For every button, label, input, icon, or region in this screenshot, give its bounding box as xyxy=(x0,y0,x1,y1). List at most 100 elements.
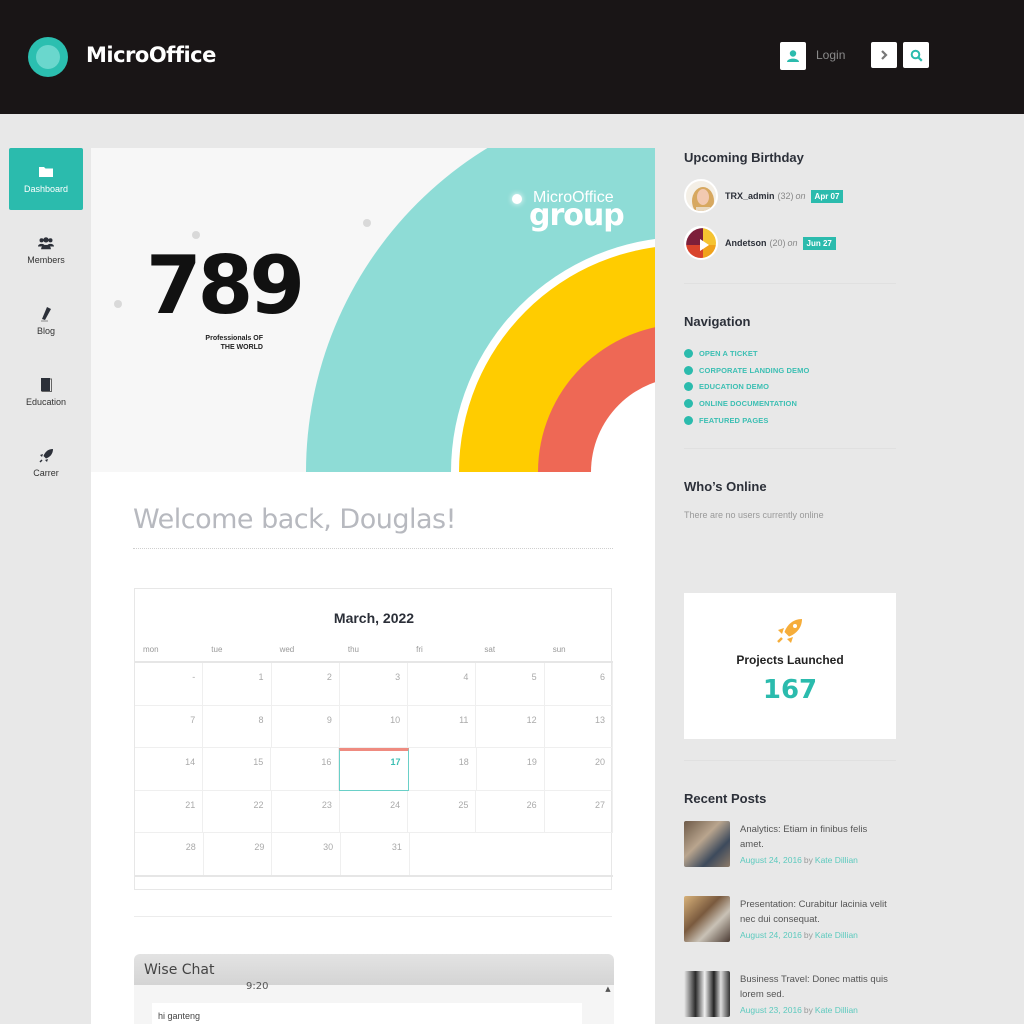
professionals-caption: Professionals OF THE WORLD xyxy=(187,334,263,352)
post-by: by xyxy=(803,855,813,865)
calendar-day[interactable]: 1 xyxy=(203,663,272,706)
calendar-day[interactable]: 5 xyxy=(476,663,545,706)
calendar-day[interactable]: 7 xyxy=(135,705,204,748)
calendar-day[interactable]: 22 xyxy=(203,790,272,833)
stat-label: Projects Launched xyxy=(736,653,844,667)
calendar-day[interactable]: 20 xyxy=(544,748,613,791)
folder-icon xyxy=(38,165,54,179)
calendar-day[interactable]: 28 xyxy=(135,833,204,876)
post-thumbnail[interactable] xyxy=(684,821,730,867)
recent-post-item[interactable]: Presentation: Curabitur lacinia velit ne… xyxy=(684,896,896,944)
banner-brand-big: group xyxy=(529,198,625,233)
post-author[interactable]: Kate Dillian xyxy=(815,930,858,940)
calendar-day[interactable]: 29 xyxy=(203,833,273,876)
post-title[interactable]: Presentation: Curabitur lacinia velit ne… xyxy=(740,897,890,927)
calendar-day[interactable]: 6 xyxy=(544,663,613,706)
calendar-day[interactable]: 31 xyxy=(341,833,410,876)
navigation-link[interactable]: EDUCATION DEMO xyxy=(684,378,809,395)
sidebar-item-carrer[interactable]: Carrer xyxy=(9,432,83,494)
calendar-day[interactable]: 16 xyxy=(271,748,340,791)
next-button[interactable] xyxy=(871,42,897,68)
navigation-link-label[interactable]: FEATURED PAGES xyxy=(699,416,768,425)
calendar-day[interactable]: 14 xyxy=(135,748,204,791)
birthday-item: TRX_admin (32) on Apr 07 xyxy=(684,179,844,213)
calendar-day[interactable]: 8 xyxy=(203,705,272,748)
calendar-grid: -1 2 3 4 5 6 7 8 9 10 11 12 13 14 15 16 17 18 19 20 21 22 23 24… xyxy=(135,661,613,876)
calendar-day[interactable]: 18 xyxy=(408,748,477,791)
post-author[interactable]: Kate Dillian xyxy=(815,855,858,865)
calendar-day[interactable]: 30 xyxy=(272,833,342,876)
post-title[interactable]: Analytics: Etiam in finibus felis amet. xyxy=(740,822,890,852)
bullet-icon xyxy=(684,382,693,392)
calendar-week-row: 28 29 30 31 xyxy=(135,833,613,876)
calendar-day[interactable]: 2 xyxy=(271,663,340,706)
user-icon xyxy=(787,50,799,62)
login-link[interactable]: Login xyxy=(816,48,845,62)
calendar-day[interactable]: - xyxy=(135,663,204,706)
calendar-day[interactable]: 21 xyxy=(135,790,204,833)
calendar-widget: March, 2022 mon tue wed thu fri sat sun -12345… xyxy=(134,588,613,890)
logo-icon[interactable] xyxy=(28,37,68,77)
post-by: by xyxy=(803,1005,813,1015)
calendar-empty-cell xyxy=(545,833,613,876)
avatar[interactable] xyxy=(684,226,718,260)
divider xyxy=(134,916,612,917)
caption-line-1: Professionals OF xyxy=(205,335,263,342)
calendar-day[interactable]: 25 xyxy=(408,790,477,833)
calendar-day[interactable]: 24 xyxy=(339,790,409,833)
navigation-link-label[interactable]: ONLINE DOCUMENTATION xyxy=(699,399,797,408)
navigation-link[interactable]: FEATURED PAGES xyxy=(684,412,809,429)
calendar-day-today[interactable]: 17 xyxy=(339,748,409,791)
post-date[interactable]: August 24, 2016 xyxy=(740,930,802,940)
sidebar-item-label: Blog xyxy=(36,325,55,336)
app-name[interactable]: MicroOffice xyxy=(86,43,216,67)
divider xyxy=(684,283,896,284)
post-meta: August 23, 2016 by Kate Dillian xyxy=(740,1005,858,1015)
weekday-label: thu xyxy=(347,645,359,654)
calendar-day[interactable]: 10 xyxy=(339,705,409,748)
birthday-widget-title: Upcoming Birthday xyxy=(684,150,804,165)
main-content: 789 Professionals OF THE WORLD MicroOffi… xyxy=(91,148,655,1024)
calendar-day[interactable]: 13 xyxy=(544,705,613,748)
post-title[interactable]: Business Travel: Donec mattis quis lorem… xyxy=(740,972,890,1002)
post-date[interactable]: August 23, 2016 xyxy=(740,1005,802,1015)
professionals-count: 789 xyxy=(146,239,305,332)
sidebar-item-dashboard[interactable]: Dashboard xyxy=(9,148,83,210)
birthday-name[interactable]: TRX_admin xyxy=(725,191,775,201)
calendar-week-row: 21 22 23 24 25 26 27 xyxy=(135,790,613,833)
calendar-day[interactable]: 12 xyxy=(476,705,545,748)
navigation-link-label[interactable]: OPEN A TICKET xyxy=(699,349,758,358)
sidebar-item-blog[interactable]: Blog xyxy=(9,290,83,352)
recent-post-item[interactable]: Business Travel: Donec mattis quis lorem… xyxy=(684,971,896,1019)
calendar-day[interactable]: 26 xyxy=(476,790,545,833)
sidebar-item-education[interactable]: Education xyxy=(9,361,83,423)
caption-line-2: THE WORLD xyxy=(220,344,263,351)
navigation-link-label[interactable]: EDUCATION DEMO xyxy=(699,382,769,391)
sidebar-item-members[interactable]: Members xyxy=(9,219,83,281)
navigation-link[interactable]: OPEN A TICKET xyxy=(684,345,809,362)
calendar-week-row: -123456 xyxy=(135,663,613,706)
post-thumbnail[interactable] xyxy=(684,971,730,1017)
calendar-day[interactable]: 9 xyxy=(271,705,340,748)
post-author[interactable]: Kate Dillian xyxy=(815,1005,858,1015)
navigation-link-label[interactable]: CORPORATE LANDING DEMO xyxy=(699,366,809,375)
birthday-name[interactable]: Andetson xyxy=(725,238,767,248)
calendar-day[interactable]: 4 xyxy=(408,663,477,706)
navigation-link[interactable]: ONLINE DOCUMENTATION xyxy=(684,395,809,412)
post-date[interactable]: August 24, 2016 xyxy=(740,855,802,865)
calendar-day[interactable]: 3 xyxy=(339,663,409,706)
post-meta: August 24, 2016 by Kate Dillian xyxy=(740,855,858,865)
search-button[interactable] xyxy=(903,42,929,68)
calendar-day[interactable]: 19 xyxy=(476,748,545,791)
post-thumbnail[interactable] xyxy=(684,896,730,942)
calendar-day[interactable]: 27 xyxy=(544,790,613,833)
recent-post-item[interactable]: Analytics: Etiam in finibus felis amet. … xyxy=(684,821,896,869)
calendar-day[interactable]: 15 xyxy=(203,748,272,791)
navigation-link[interactable]: CORPORATE LANDING DEMO xyxy=(684,362,809,379)
avatar[interactable] xyxy=(684,179,718,213)
chat-scrollbar[interactable]: ▲ xyxy=(604,985,612,1024)
sidebar-nav: Dashboard Members Blog Education Carrer xyxy=(9,148,83,503)
login-button[interactable] xyxy=(780,42,806,70)
calendar-day[interactable]: 11 xyxy=(408,705,477,748)
calendar-day[interactable]: 23 xyxy=(271,790,340,833)
